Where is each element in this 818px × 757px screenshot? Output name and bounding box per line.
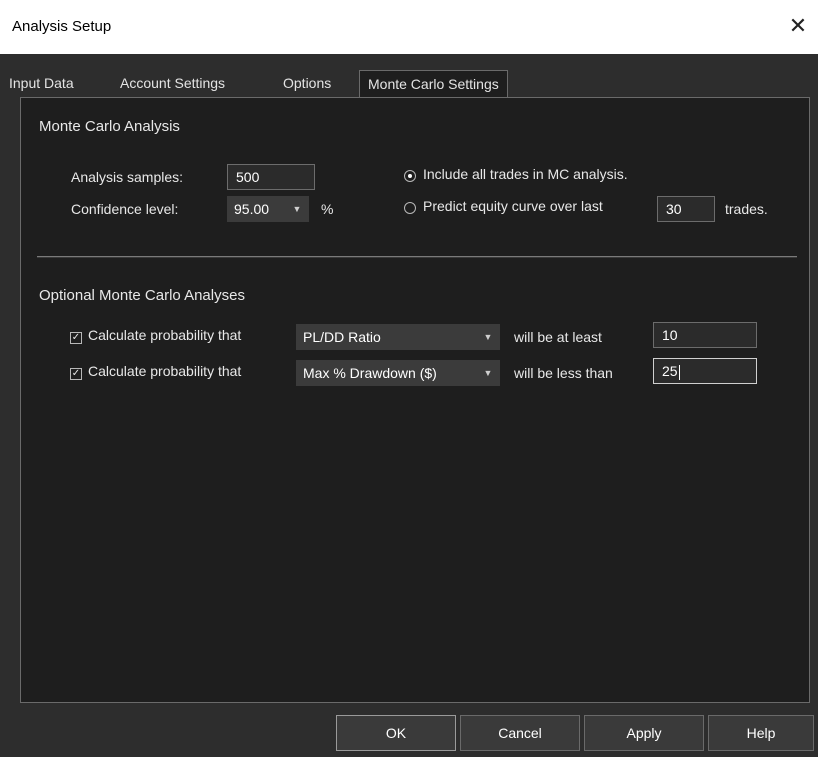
title-bar: Analysis Setup ✕	[0, 0, 818, 54]
confidence-unit: %	[321, 201, 334, 217]
chevron-down-icon: ▼	[483, 368, 493, 378]
optional-analyses-heading: Optional Monte Carlo Analyses	[39, 287, 245, 304]
analysis-samples-label: Analysis samples:	[71, 169, 184, 185]
include-all-trades-label: Include all trades in MC analysis.	[423, 166, 628, 182]
metric-select-2[interactable]: Max % Drawdown ($) ▼	[296, 360, 500, 386]
help-button[interactable]: Help	[708, 715, 814, 751]
tab-options[interactable]: Options	[283, 72, 331, 94]
metric-select-2-value: Max % Drawdown ($)	[303, 365, 437, 381]
text-caret	[678, 364, 680, 380]
analysis-setup-dialog: Analysis Setup ✕ Input Data Account Sett…	[0, 0, 818, 757]
comparison-label-1: will be at least	[514, 329, 602, 345]
calc-probability-label-2: Calculate probability that	[88, 363, 242, 379]
cancel-button[interactable]: Cancel	[460, 715, 580, 751]
metric-select-1-value: PL/DD Ratio	[303, 329, 381, 345]
threshold-input-1[interactable]: 10	[653, 322, 757, 348]
ok-button[interactable]: OK	[336, 715, 456, 751]
predict-equity-curve-label: Predict equity curve over last	[423, 198, 603, 214]
analysis-samples-input[interactable]: 500	[227, 164, 315, 190]
include-all-trades-radio[interactable]	[404, 170, 416, 182]
chevron-down-icon: ▼	[292, 204, 302, 214]
tab-account-settings[interactable]: Account Settings	[120, 72, 225, 94]
predict-trades-input[interactable]: 30	[657, 196, 715, 222]
confidence-level-value: 95.00	[234, 201, 270, 217]
tab-monte-carlo-settings[interactable]: Monte Carlo Settings	[359, 70, 508, 97]
tab-input-data[interactable]: Input Data	[9, 72, 74, 94]
threshold-input-2-value: 25	[662, 363, 678, 379]
comparison-label-2: will be less than	[514, 365, 613, 381]
apply-button[interactable]: Apply	[584, 715, 704, 751]
calc-probability-checkbox-1[interactable]: ✓	[70, 332, 82, 344]
monte-carlo-settings-panel: Monte Carlo Analysis Analysis samples: 5…	[20, 97, 810, 703]
calc-probability-label-1: Calculate probability that	[88, 327, 242, 343]
confidence-level-select[interactable]: 95.00 ▼	[227, 196, 309, 222]
window-title: Analysis Setup	[12, 18, 112, 35]
monte-carlo-analysis-heading: Monte Carlo Analysis	[39, 118, 180, 135]
metric-select-1[interactable]: PL/DD Ratio ▼	[296, 324, 500, 350]
calc-probability-checkbox-2[interactable]: ✓	[70, 368, 82, 380]
chevron-down-icon: ▼	[483, 332, 493, 342]
threshold-input-2[interactable]: 25	[653, 358, 757, 384]
tab-bar: Input Data Account Settings Options Mont…	[0, 54, 818, 98]
predict-equity-curve-radio[interactable]	[404, 202, 416, 214]
confidence-level-label: Confidence level:	[71, 201, 179, 217]
section-divider-shadow	[37, 257, 797, 258]
predict-trades-suffix: trades.	[725, 201, 768, 217]
close-icon[interactable]: ✕	[784, 12, 812, 40]
